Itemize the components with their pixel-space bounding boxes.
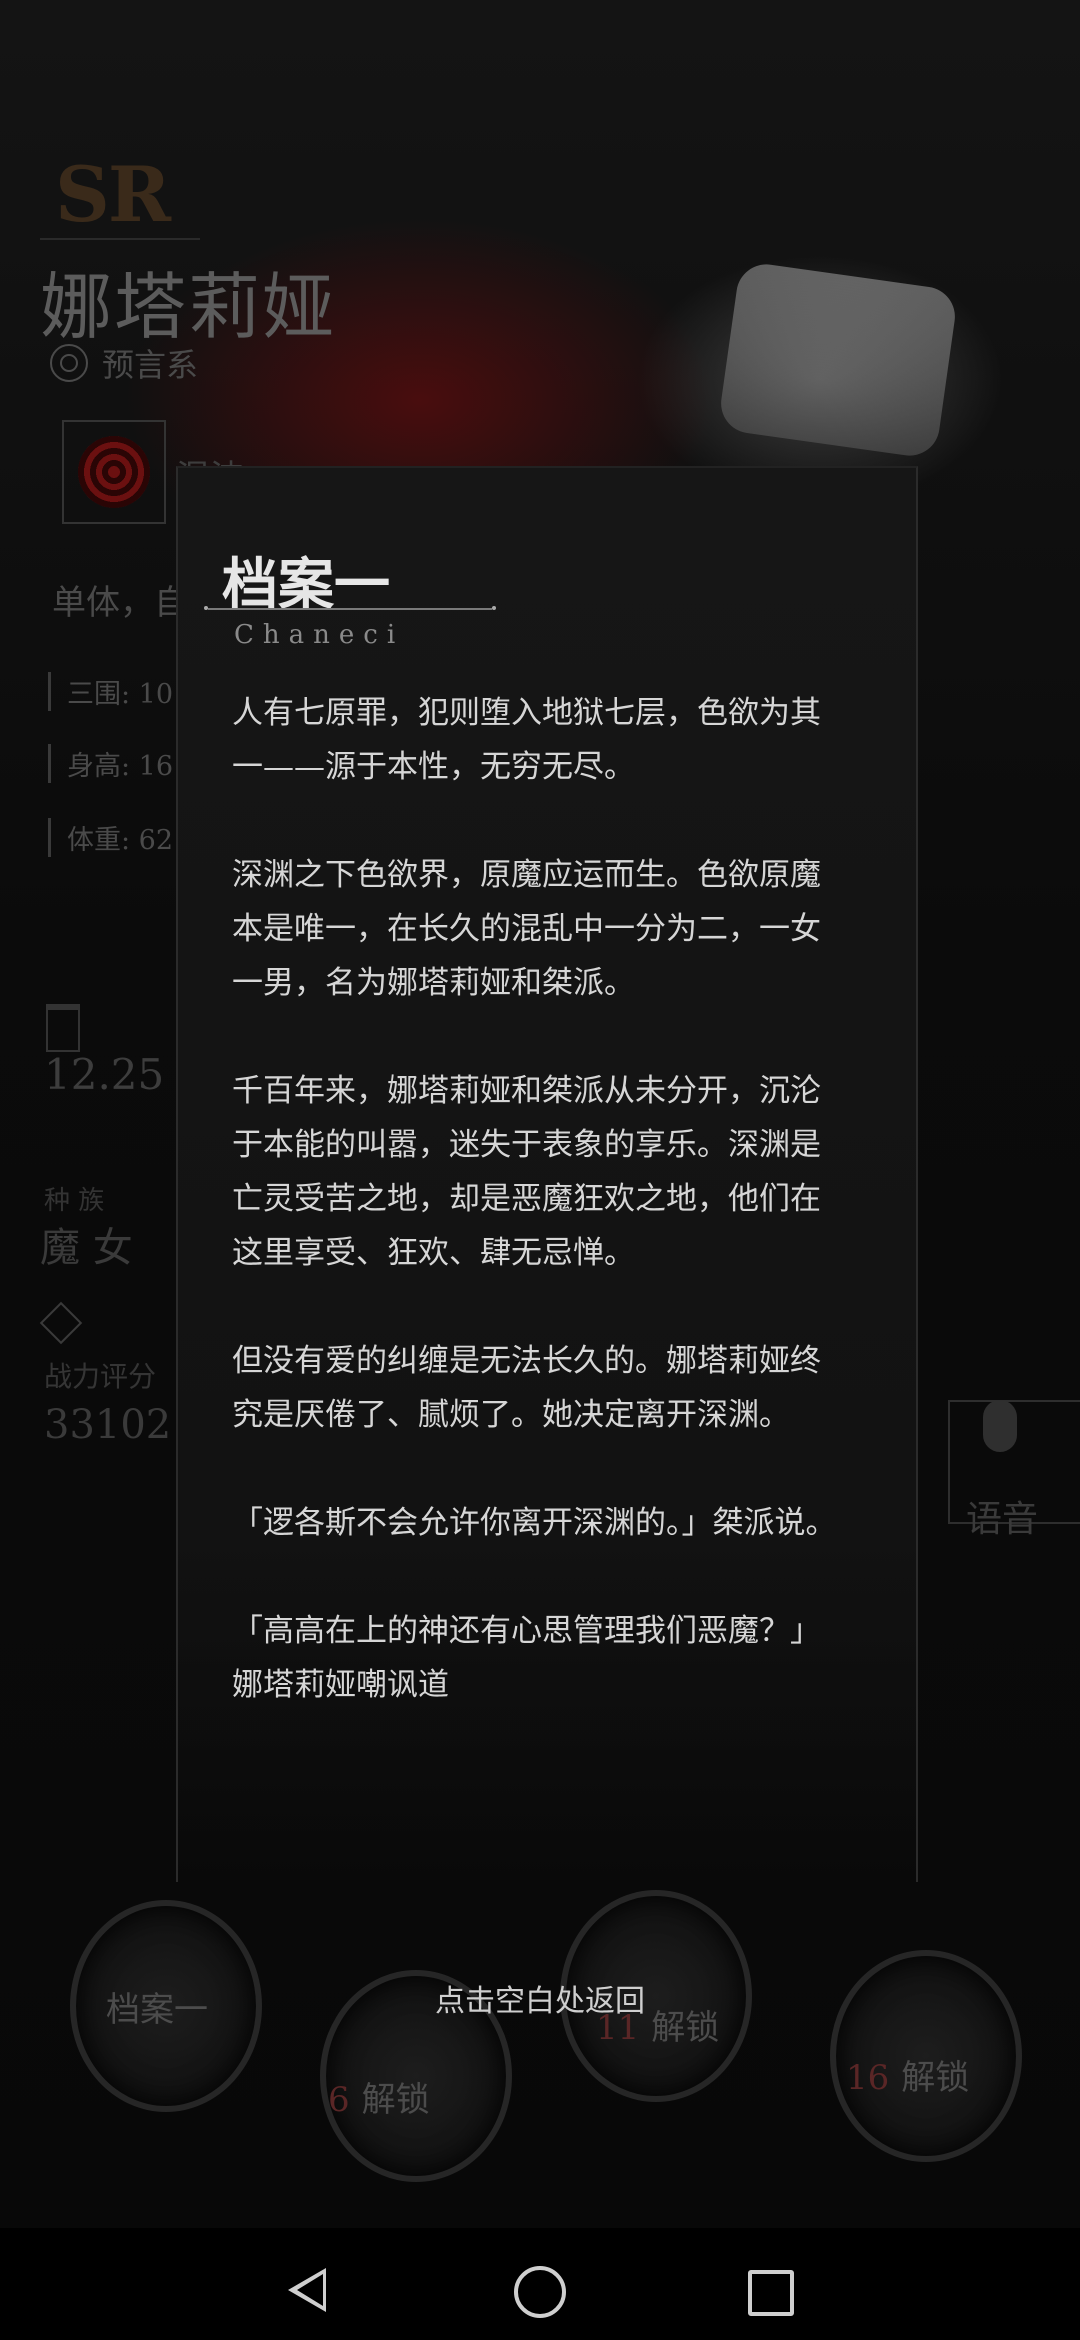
divider xyxy=(40,238,200,240)
unlock-label: 解锁 xyxy=(901,2058,970,2098)
tap-to-return-hint[interactable]: 点击空白处返回 xyxy=(0,1976,1080,2020)
stat-height: 身高: 16 xyxy=(48,744,173,783)
story-paragraph: 「高高在上的神还有心思管理我们恶魔？」娜塔莉娅嘲讽道 xyxy=(232,1613,821,1703)
birthday-cake-icon xyxy=(46,1004,80,1052)
stat-measurements: 三围: 10 xyxy=(48,672,173,711)
chaos-skill-icon xyxy=(78,436,150,508)
title-underline xyxy=(204,606,496,610)
voice-label: 语音 xyxy=(966,1499,1039,1540)
power-value: 33102 xyxy=(44,1402,172,1448)
unlock-label: 解锁 xyxy=(361,2080,430,2120)
scroll-decoration xyxy=(717,260,959,460)
faction-icon xyxy=(50,344,88,382)
race-value: 魔 女 xyxy=(40,1225,133,1271)
nav-back-icon[interactable] xyxy=(288,2268,326,2312)
power-label: 战力评分 xyxy=(44,1360,157,1393)
story-paragraph: 千百年来，娜塔莉娅和桀派从未分开，沉沦于本能的叫嚣，迷失于表象的享乐。深渊是亡灵… xyxy=(232,1073,821,1271)
unlock-level: 16 xyxy=(846,2058,890,2098)
story-paragraph: 但没有爱的纠缠是无法长久的。娜塔莉娅终究是厌倦了、腻烦了。她决定离开深渊。 xyxy=(232,1343,821,1433)
skill-target: 单体，自 xyxy=(52,583,188,623)
character-name: 娜塔莉娅 xyxy=(40,265,337,349)
story-paragraph: 「逻各斯不会允许你离开深渊的。」桀派说。 xyxy=(232,1505,837,1541)
unlock-level: 6 xyxy=(328,2080,350,2120)
modal-subtitle: Chaneci xyxy=(234,620,405,650)
story-paragraph: 人有七原罪，犯则堕入地狱七层，色欲为其一——源于本性，无穷无尽。 xyxy=(232,695,821,785)
nav-home-icon[interactable] xyxy=(514,2266,566,2318)
race-label: 种 族 xyxy=(44,1186,105,1216)
faction: 预言系 xyxy=(50,340,198,386)
birthday: 12.25 xyxy=(44,1050,165,1099)
faction-label: 预言系 xyxy=(102,346,199,384)
stat-weight: 体重: 62 xyxy=(48,818,173,857)
microphone-icon xyxy=(983,1400,1017,1452)
skill-icon-frame[interactable] xyxy=(62,420,166,524)
story-text[interactable]: 人有七原罪，犯则堕入地狱七层，色欲为其一——源于本性，无穷无尽。 深渊之下色欲界… xyxy=(232,686,838,1736)
archive-medal-4[interactable]: 16 解锁 xyxy=(810,1920,1030,2180)
rarity-badge: SR xyxy=(55,150,171,239)
nav-recent-icon[interactable] xyxy=(748,2270,794,2316)
story-paragraph: 深渊之下色欲界，原魔应运而生。色欲原魔本是唯一，在长久的混乱中一分为二，一女一男… xyxy=(232,857,821,1001)
